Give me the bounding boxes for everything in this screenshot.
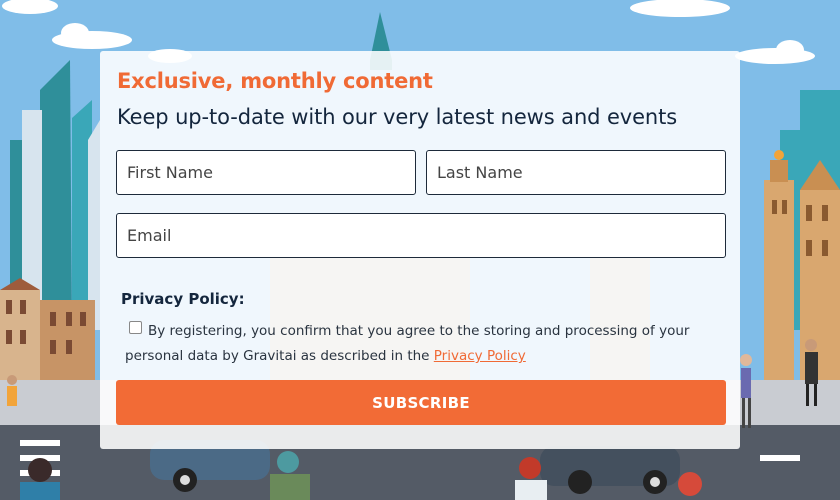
signup-headline: Keep up-to-date with our very latest new… [117, 105, 678, 129]
newsletter-signup-card: Exclusive, monthly content Keep up-to-da… [100, 51, 740, 449]
subscribe-button[interactable]: SUBSCRIBE [116, 380, 726, 425]
consent-block: By registering, you confirm that you agr… [125, 319, 715, 369]
last-name-field[interactable] [426, 150, 726, 195]
consent-checkbox[interactable] [129, 321, 142, 334]
email-field[interactable] [116, 213, 726, 258]
privacy-policy-heading: Privacy Policy: [121, 290, 245, 308]
consent-text: By registering, you confirm that you agr… [125, 323, 690, 364]
privacy-policy-link[interactable]: Privacy Policy [434, 348, 526, 364]
eyebrow-title: Exclusive, monthly content [117, 69, 433, 93]
first-name-field[interactable] [116, 150, 416, 195]
